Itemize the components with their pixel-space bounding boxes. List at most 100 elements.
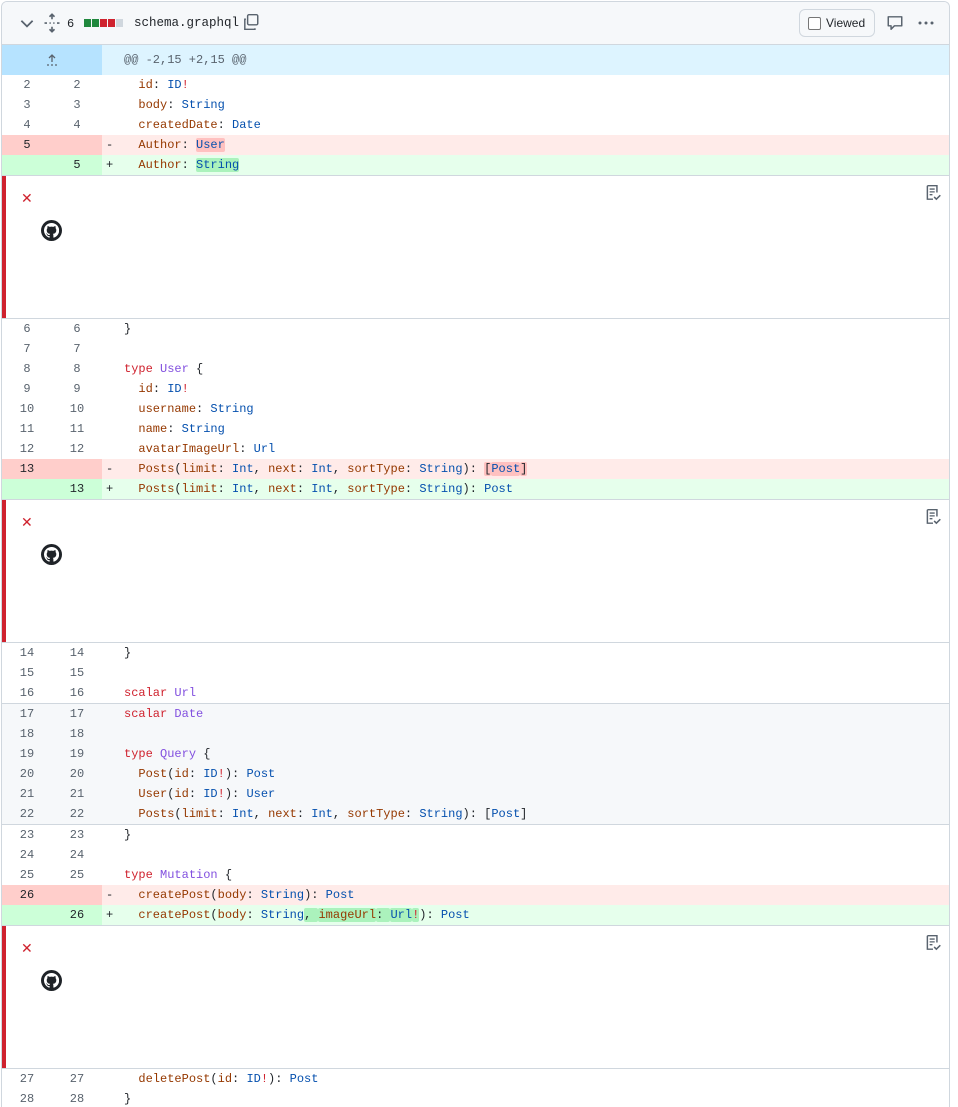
- new-line-number[interactable]: [52, 459, 102, 479]
- new-line-number[interactable]: [52, 135, 102, 155]
- old-line-number[interactable]: [2, 479, 52, 499]
- old-line-number[interactable]: 5: [2, 135, 52, 155]
- code-token: sortType: [347, 807, 405, 821]
- code-token: Date: [174, 707, 204, 721]
- old-line-number[interactable]: 8: [2, 359, 52, 379]
- new-line-number[interactable]: 4: [52, 115, 102, 135]
- old-line-number[interactable]: 27: [2, 1069, 52, 1089]
- kebab-icon[interactable]: [916, 14, 936, 32]
- code-token: ,: [332, 462, 348, 476]
- changes-count: 6: [67, 17, 75, 31]
- code-token: limit: [181, 807, 218, 821]
- file-name[interactable]: schema.graphql: [134, 16, 239, 30]
- expand-all-icon[interactable]: [42, 13, 62, 33]
- code-token: Post: [138, 767, 168, 781]
- old-line-number[interactable]: 13: [2, 459, 52, 479]
- new-line-number[interactable]: 21: [52, 784, 102, 804]
- viewed-check[interactable]: [808, 16, 821, 30]
- new-line-number[interactable]: 20: [52, 764, 102, 784]
- old-line-number[interactable]: 19: [2, 744, 52, 764]
- old-line-number[interactable]: 2: [2, 75, 52, 95]
- old-line-number[interactable]: 23: [2, 825, 52, 845]
- old-line-number[interactable]: 21: [2, 784, 52, 804]
- old-line-number[interactable]: 24: [2, 845, 52, 865]
- new-line-number[interactable]: 12: [52, 439, 102, 459]
- new-line-number[interactable]: 8: [52, 359, 102, 379]
- expand-up-icon[interactable]: [2, 45, 102, 75]
- new-line-number[interactable]: 24: [52, 845, 102, 865]
- hunk-range: @@ -2,15 +2,15 @@: [124, 53, 247, 67]
- code-token: ,: [332, 482, 348, 496]
- code-token: :: [246, 908, 261, 922]
- code-token: next: [268, 807, 297, 821]
- new-line-number[interactable]: 5: [52, 155, 102, 175]
- code-token: Int: [232, 807, 254, 821]
- checklist-icon[interactable]: [924, 508, 942, 526]
- old-line-number[interactable]: 22: [2, 804, 52, 824]
- new-line-number[interactable]: 10: [52, 399, 102, 419]
- old-line-number[interactable]: 12: [2, 439, 52, 459]
- viewed-checkbox[interactable]: Viewed: [799, 9, 875, 37]
- code-token: :: [296, 482, 312, 496]
- checklist-icon[interactable]: [924, 934, 942, 952]
- new-line-number[interactable]: 18: [52, 724, 102, 744]
- old-line-number[interactable]: [2, 905, 52, 925]
- old-line-number[interactable]: 26: [2, 885, 52, 905]
- context-line: 8 8 type User {: [2, 359, 949, 379]
- checklist-icon[interactable]: [924, 184, 942, 202]
- old-line-number[interactable]: 28: [2, 1089, 52, 1107]
- code-token: !: [181, 382, 189, 396]
- new-line-number[interactable]: 26: [52, 905, 102, 925]
- new-line-number[interactable]: 11: [52, 419, 102, 439]
- code-token: ,: [253, 482, 269, 496]
- old-line-number[interactable]: 17: [2, 704, 52, 724]
- new-line-number[interactable]: 17: [52, 704, 102, 724]
- new-line-number[interactable]: 22: [52, 804, 102, 824]
- old-line-number[interactable]: 18: [2, 724, 52, 744]
- chevron-down-icon[interactable]: [18, 14, 36, 32]
- new-line-number[interactable]: 7: [52, 339, 102, 359]
- new-line-number[interactable]: [52, 885, 102, 905]
- new-line-number[interactable]: 23: [52, 825, 102, 845]
- code-token: Post: [325, 888, 355, 902]
- hunk-header: @@ -2,15 +2,15 @@: [2, 45, 949, 75]
- old-line-number[interactable]: 9: [2, 379, 52, 399]
- old-line-number[interactable]: 10: [2, 399, 52, 419]
- old-line-number[interactable]: 25: [2, 865, 52, 885]
- code-token: :: [217, 807, 233, 821]
- code-text: Author: User: [124, 135, 225, 155]
- old-line-number[interactable]: 7: [2, 339, 52, 359]
- failure-bar: [2, 176, 6, 318]
- code-token: ):: [268, 1072, 290, 1086]
- old-line-number[interactable]: 11: [2, 419, 52, 439]
- new-line-number[interactable]: 14: [52, 643, 102, 663]
- old-line-number[interactable]: [2, 155, 52, 175]
- comment-icon[interactable]: [886, 14, 904, 32]
- code-token: Post: [491, 807, 521, 821]
- old-line-number[interactable]: 15: [2, 663, 52, 683]
- old-line-number[interactable]: 6: [2, 319, 52, 339]
- new-line-number[interactable]: 6: [52, 319, 102, 339]
- old-line-number[interactable]: 16: [2, 683, 52, 703]
- new-line-number[interactable]: 28: [52, 1089, 102, 1107]
- copy-icon[interactable]: [242, 13, 260, 31]
- old-line-number[interactable]: 3: [2, 95, 52, 115]
- code-token: (: [210, 888, 218, 902]
- code-token: ID: [167, 78, 182, 92]
- new-line-number[interactable]: 19: [52, 744, 102, 764]
- new-line-number[interactable]: 13: [52, 479, 102, 499]
- new-line-number[interactable]: 2: [52, 75, 102, 95]
- new-line-number[interactable]: 3: [52, 95, 102, 115]
- old-line-number[interactable]: 14: [2, 643, 52, 663]
- new-line-number[interactable]: 25: [52, 865, 102, 885]
- old-line-number[interactable]: 4: [2, 115, 52, 135]
- new-line-number[interactable]: 9: [52, 379, 102, 399]
- new-line-number[interactable]: 27: [52, 1069, 102, 1089]
- code-text: Post(id: ID!): Post: [124, 764, 275, 784]
- new-line-number[interactable]: 16: [52, 683, 102, 703]
- new-line-number[interactable]: 15: [52, 663, 102, 683]
- code-token: }: [124, 1092, 132, 1106]
- code-token: ID: [203, 787, 218, 801]
- old-line-number[interactable]: 20: [2, 764, 52, 784]
